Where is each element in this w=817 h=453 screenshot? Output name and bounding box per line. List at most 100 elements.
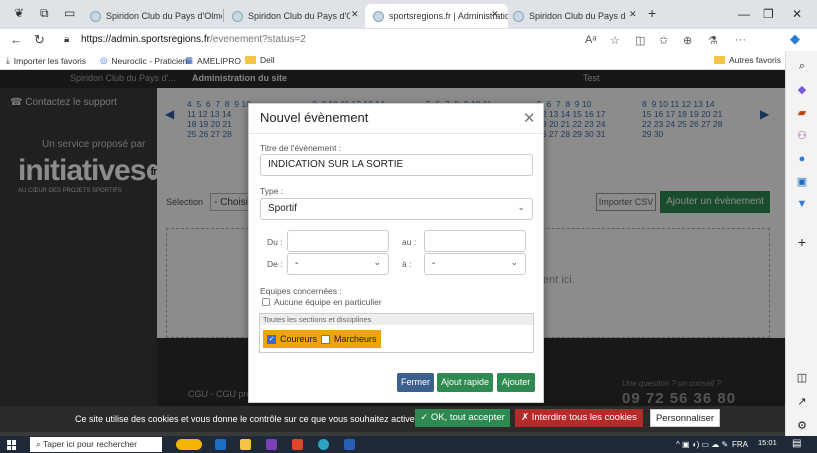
read-aloud-icon[interactable]: Aᵃ <box>585 34 596 46</box>
sidebar-search-icon[interactable]: ⌕ <box>796 60 808 72</box>
title-label: Titre de l'évènement : <box>260 143 342 153</box>
teams-label: Equipes concernées : <box>260 286 342 296</box>
sidebar-shopping-icon[interactable]: ▰ <box>796 107 808 119</box>
amelipro-icon: ▦ <box>185 55 194 65</box>
tag-coureurs[interactable]: ✓ Coureurs <box>263 330 322 348</box>
url-field[interactable]: https://admin.sportsregions.fr/evenement… <box>81 34 306 45</box>
profile-icon[interactable]: ❦ <box>14 6 24 20</box>
sidebar-add-icon[interactable]: + <box>796 235 808 249</box>
more-menu-icon[interactable]: ··· <box>735 34 746 46</box>
close-window-icon[interactable]: ✕ <box>792 7 802 21</box>
explorer-app-icon[interactable] <box>240 439 251 450</box>
site-favicon-icon <box>232 10 243 22</box>
refresh-icon[interactable]: ↻ <box>34 32 45 48</box>
onenote-app-icon[interactable] <box>266 439 277 450</box>
close-button[interactable]: Fermer <box>397 373 434 392</box>
site-favicon-icon <box>373 10 384 22</box>
sidebar-drop-icon[interactable]: ▼ <box>796 198 808 210</box>
import-icon: ⤓ <box>6 55 10 65</box>
tab-4[interactable]: Spiridon Club du Pays d'Olmes <box>505 4 625 28</box>
neuroclic-link[interactable]: ◎ Neuroclic - Praticien <box>100 55 187 66</box>
end-time-value: - <box>432 258 436 269</box>
new-tab-icon[interactable]: + <box>648 5 656 21</box>
tab-3-active[interactable]: sportsregions.fr | Administration <box>365 4 508 28</box>
quick-add-button[interactable]: Ajout rapide <box>437 373 493 392</box>
accept-cookies-button[interactable]: ✓ OK, tout accepter <box>415 409 510 427</box>
language-indicator[interactable]: FRA <box>732 440 748 449</box>
search-placeholder: Taper ici pour rechercher <box>42 439 137 449</box>
fav-label: AMELIPRO <box>197 55 241 66</box>
tag-label: Coureurs <box>280 334 318 344</box>
split-screen-icon[interactable]: ◫ <box>635 34 645 47</box>
sidebar-diamond-icon[interactable]: ◆ <box>796 84 808 96</box>
end-time-select[interactable]: - ⌄ <box>424 253 526 275</box>
sidebar-external-icon[interactable]: ↗ <box>796 396 808 408</box>
tab-2[interactable]: Spiridon Club du Pays d'Olmes <box>224 4 350 28</box>
modal-title: Nouvel évènement <box>260 110 369 125</box>
close-tab-icon[interactable]: ✕ <box>351 9 359 20</box>
site-favicon-icon <box>90 10 101 22</box>
back-icon[interactable]: ← <box>10 32 23 47</box>
no-team-checkbox[interactable] <box>262 298 270 306</box>
import-favorites-link[interactable]: ⤓ Importer les favoris <box>6 55 86 66</box>
tag-label: Marcheurs <box>334 334 377 344</box>
collections-icon[interactable]: ⊕ <box>683 34 692 47</box>
windows-start-icon[interactable] <box>7 440 17 450</box>
url-host: https://admin.sportsregions.fr <box>81 34 210 45</box>
edge-app-icon[interactable] <box>318 439 329 450</box>
add-button[interactable]: Ajouter <box>497 373 535 392</box>
clock[interactable]: 15:01 <box>758 438 777 447</box>
sidebar-settings-icon[interactable]: ⚙ <box>796 420 808 432</box>
extensions-icon[interactable]: ⚗ <box>708 34 718 47</box>
outlook-app-icon[interactable] <box>215 439 226 450</box>
amelipro-link[interactable]: ▦ AMELIPRO <box>185 55 241 66</box>
weather-widget-icon[interactable] <box>176 439 202 450</box>
checkbox-checked-icon: ✓ <box>267 334 276 344</box>
url-path: /evenement?status=2 <box>209 34 306 45</box>
sidebar-layout-icon[interactable]: ◫ <box>796 372 808 384</box>
end-date-field[interactable] <box>424 230 526 252</box>
dell-folder[interactable]: Dell <box>245 55 275 65</box>
end-time-label: à : <box>402 259 412 269</box>
tab-actions-icon[interactable]: ▭ <box>64 6 75 20</box>
fav-label: Importer les favoris <box>13 55 87 66</box>
modal-divider <box>249 133 543 134</box>
other-favorites-folder[interactable]: Autres favoris <box>714 55 781 65</box>
favorites-icon[interactable]: ✩ <box>659 34 668 47</box>
close-tab-icon[interactable]: ✕ <box>629 9 637 20</box>
chevron-down-icon: ⌄ <box>510 257 518 267</box>
start-time-label: De : <box>267 259 283 269</box>
sidebar-outlook-icon[interactable]: ▣ <box>796 176 808 188</box>
restore-icon[interactable]: ❐ <box>763 7 774 21</box>
word-app-icon[interactable] <box>344 439 355 450</box>
type-value: Sportif <box>268 203 297 214</box>
cookie-text: Ce site utilise des cookies et vous donn… <box>75 414 418 424</box>
tag-marcheurs[interactable]: Marcheurs <box>317 330 381 348</box>
site-favicon-icon <box>513 10 524 22</box>
minimize-icon[interactable]: — <box>738 7 750 21</box>
checkbox-icon <box>321 334 330 344</box>
brave-app-icon[interactable] <box>292 439 303 450</box>
neuroclic-icon: ◎ <box>100 55 108 65</box>
copilot-icon[interactable]: ◆ <box>790 31 800 47</box>
close-icon[interactable]: ✕ <box>523 109 536 127</box>
type-select[interactable]: Sportif ⌄ <box>260 198 533 220</box>
start-date-field[interactable] <box>287 230 389 252</box>
system-tray-icons[interactable]: ^ ▣ ◖) ▭ ☁ ✎ <box>676 440 728 449</box>
workspaces-icon[interactable]: ⧉ <box>40 6 49 21</box>
sidebar-circle-icon[interactable]: ● <box>796 153 808 165</box>
deny-cookies-button[interactable]: ✗ Interdire tous les cookies <box>515 409 643 427</box>
tab-1[interactable]: Spiridon Club du Pays d'Olmes ✕ <box>82 4 222 28</box>
chevron-down-icon: ⌄ <box>373 257 381 267</box>
start-time-select[interactable]: - ⌄ <box>287 253 389 275</box>
notifications-icon[interactable]: ▤ <box>792 438 801 449</box>
customize-cookies-button[interactable]: Personnaliser <box>650 409 720 427</box>
taskbar-search[interactable]: ⌕ Taper ici pour rechercher <box>30 437 162 452</box>
no-team-label[interactable]: Aucune équipe en particulier <box>274 297 382 307</box>
chevron-down-icon: ⌄ <box>517 202 525 212</box>
favorite-star-icon[interactable]: ☆ <box>610 34 620 47</box>
close-tab-icon[interactable]: ✕ <box>491 9 499 20</box>
event-title-field[interactable]: INDICATION SUR LA SORTIE <box>260 154 533 176</box>
sidebar-people-icon[interactable]: ⚇ <box>796 130 808 142</box>
disciplines-header: Toutes les sections et disciplines <box>260 314 533 325</box>
